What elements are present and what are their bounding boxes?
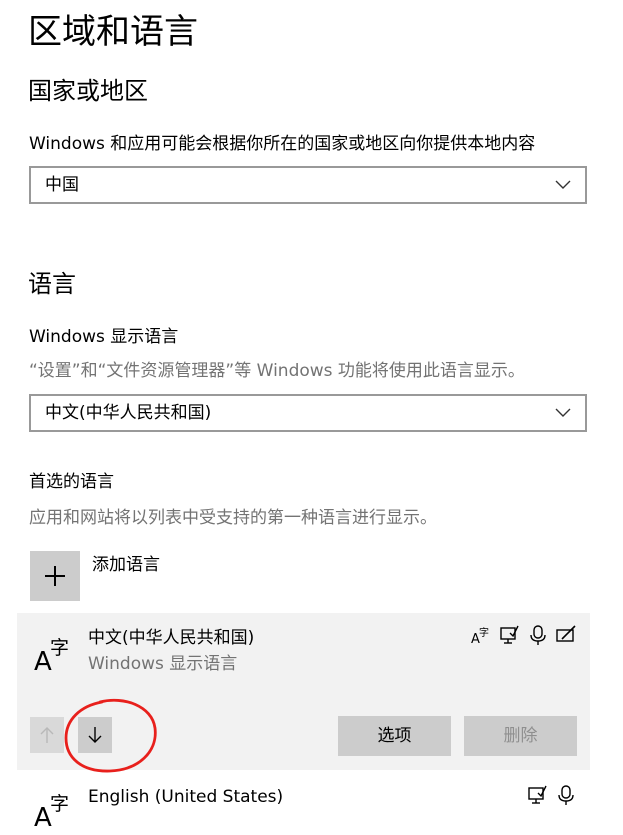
options-button[interactable]: 选项	[338, 716, 451, 756]
region-heading: 国家或地区	[28, 77, 148, 105]
language-item-subtitle: Windows 显示语言	[88, 654, 238, 674]
display-language-label: Windows 显示语言	[29, 327, 179, 347]
svg-text:字: 字	[50, 637, 69, 659]
svg-text:字: 字	[50, 793, 69, 815]
add-language-button[interactable]	[30, 551, 80, 601]
add-language-label[interactable]: 添加语言	[92, 553, 160, 577]
chevron-down-icon	[555, 180, 571, 189]
language-item-name[interactable]: English (United States)	[88, 785, 283, 809]
annotation-circle	[64, 698, 157, 773]
preferred-languages-description: 应用和网站将以列表中受支持的第一种语言进行显示。	[29, 508, 437, 528]
language-heading: 语言	[28, 270, 76, 298]
display-text-icon	[528, 785, 547, 804]
region-select-value: 中国	[45, 175, 79, 195]
region-select[interactable]: 中国	[29, 166, 587, 204]
preferred-languages-heading: 首选的语言	[29, 472, 114, 492]
language-glyph-icon: A 字	[34, 793, 69, 832]
speech-icon	[558, 785, 574, 805]
arrow-up-icon	[40, 727, 54, 743]
chevron-down-icon	[555, 408, 571, 417]
display-text-icon	[500, 625, 519, 644]
language-pack-icon: A 字	[471, 626, 489, 646]
remove-button[interactable]: 删除	[464, 716, 577, 756]
language-glyph-icon: A 字	[34, 637, 69, 676]
display-language-select[interactable]: 中文(中华人民共和国)	[29, 394, 587, 432]
speech-icon	[530, 625, 546, 645]
page-title: 区域和语言	[28, 12, 198, 52]
handwriting-icon	[556, 625, 576, 642]
display-language-description: “设置”和“文件资源管理器”等 Windows 功能将使用此语言显示。	[29, 361, 525, 381]
language-item-name: 中文(中华人民共和国)	[88, 628, 255, 648]
svg-text:字: 字	[479, 626, 489, 639]
region-description: Windows 和应用可能会根据你所在的国家或地区向你提供本地内容	[29, 134, 536, 154]
display-language-select-value: 中文(中华人民共和国)	[45, 403, 212, 423]
